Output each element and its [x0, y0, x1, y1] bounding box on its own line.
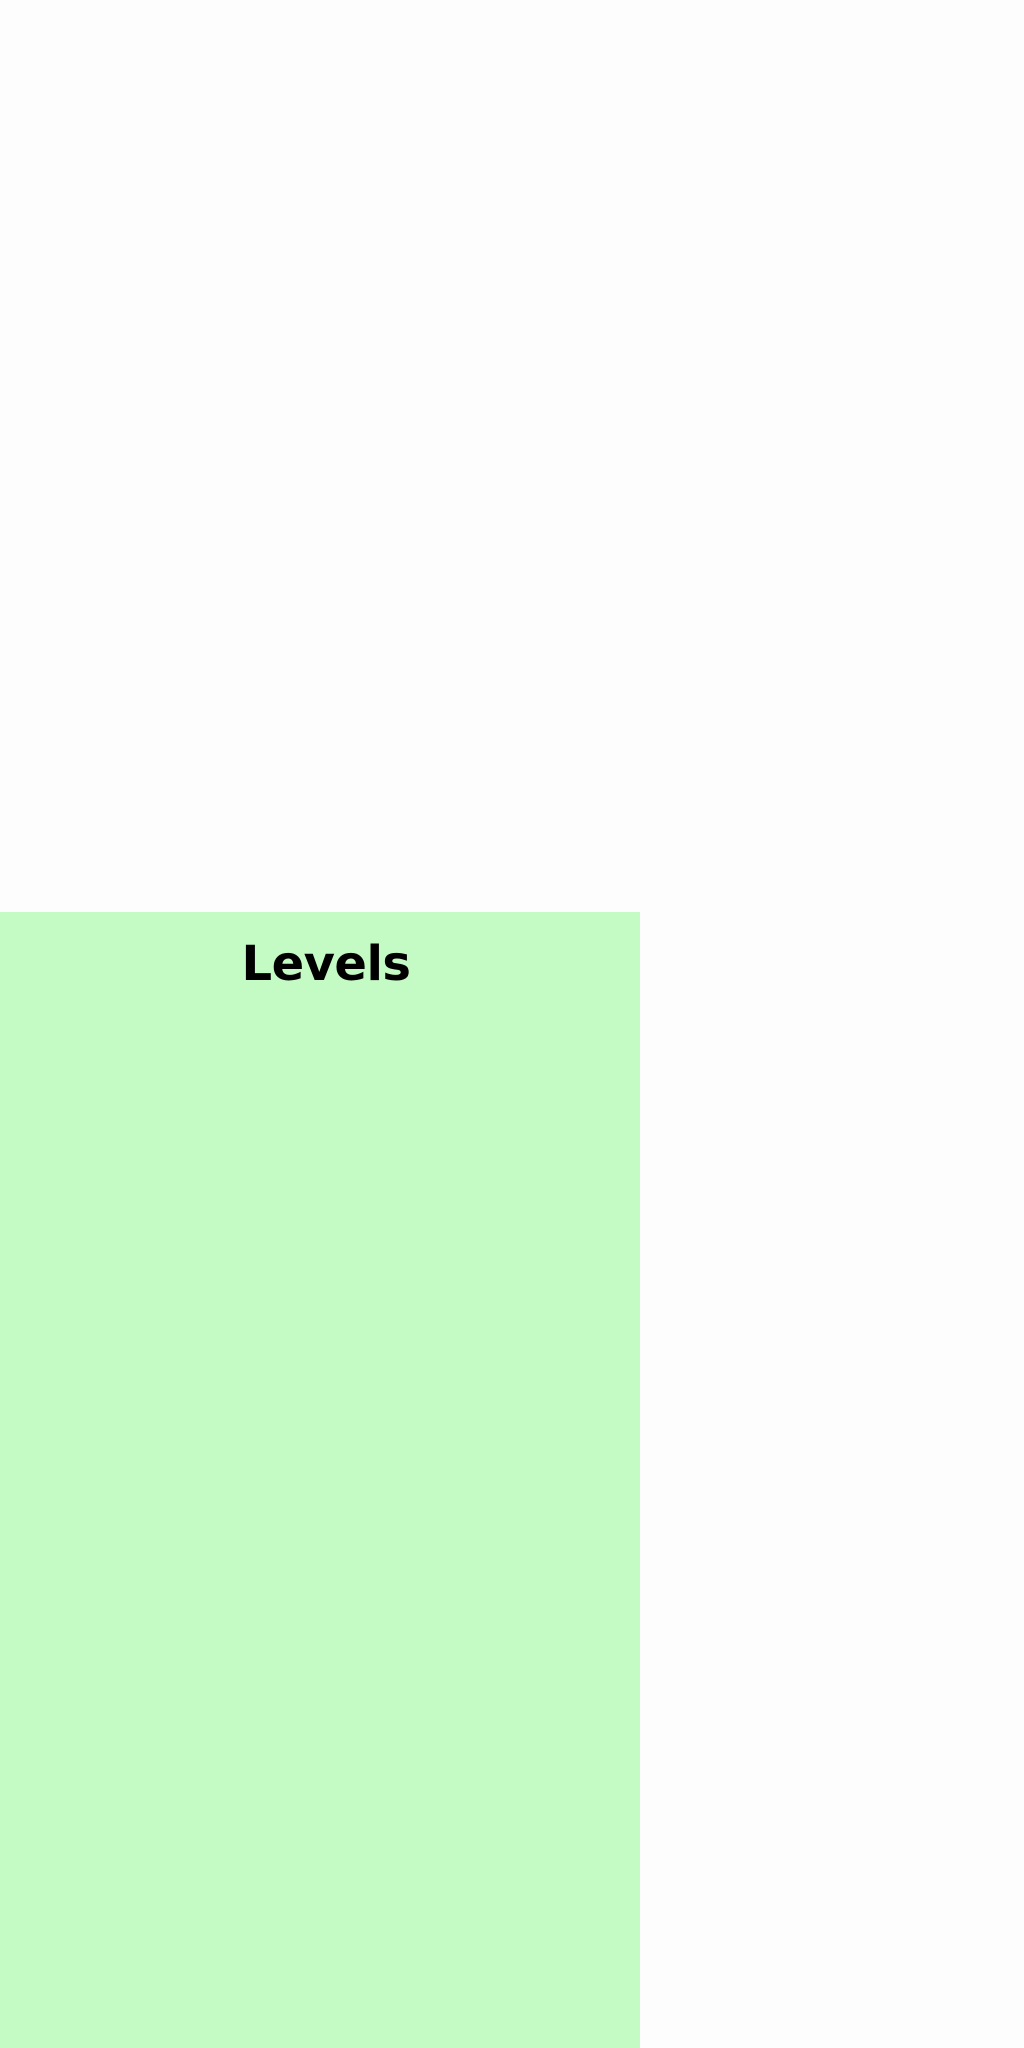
blank-canvas-area	[0, 0, 1024, 912]
levels-title: Levels	[241, 936, 411, 992]
right-blank-area	[640, 912, 1024, 2048]
levels-panel: Levels	[0, 912, 640, 2048]
